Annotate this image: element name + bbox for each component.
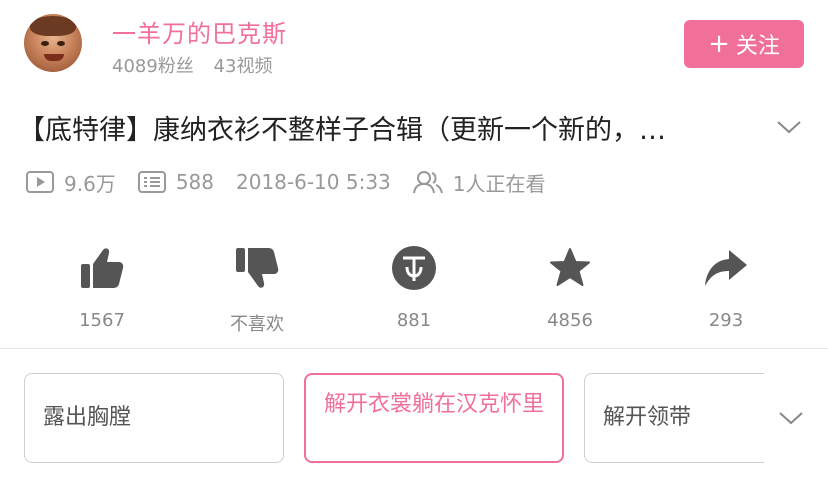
share-button[interactable]: 293 (666, 244, 786, 331)
avatar-mouth (44, 54, 64, 61)
avatar-eye (57, 41, 65, 46)
video-meta-row: 9.6万 588 2018-6-10 5:33 1人正在看 (26, 168, 546, 196)
uploader-avatar[interactable] (24, 14, 82, 72)
danmaku-count-label: 588 (175, 170, 214, 194)
share-icon (705, 250, 747, 286)
follow-button-label: 关注 (735, 34, 780, 59)
danmaku-icon (137, 171, 166, 193)
watching-now: 1人正在看 (412, 168, 546, 197)
uploader-stats: 4089粉丝 43视频 (112, 52, 272, 78)
thumbs-up-icon (81, 248, 124, 288)
plus-icon: + (708, 29, 730, 59)
play-count-icon (26, 171, 54, 193)
danmaku-count: 588 (137, 170, 214, 194)
view-count-label: 9.6万 (64, 171, 116, 196)
avatar-eye (41, 41, 49, 46)
coin-icon (392, 246, 436, 290)
chevron-down-icon[interactable] (776, 405, 806, 431)
coin-button[interactable]: 881 (354, 244, 474, 331)
like-button[interactable]: 1567 (42, 244, 162, 331)
tag-option[interactable]: 解开领带 (584, 373, 764, 463)
follow-button[interactable]: + 关注 (684, 20, 804, 68)
favorite-button[interactable]: 4856 (510, 244, 630, 331)
star-icon (550, 248, 590, 286)
dislike-label: 不喜欢 (230, 314, 284, 335)
avatar-hat (30, 16, 76, 36)
tag-option-selected[interactable]: 解开衣裳躺在汉克怀里 (304, 373, 564, 463)
coin-count: 881 (396, 310, 432, 331)
follower-count: 4089粉丝 (112, 56, 194, 77)
favorite-count: 4856 (547, 310, 593, 331)
chevron-down-icon[interactable] (774, 112, 804, 142)
thumbs-down-icon (236, 248, 279, 288)
like-count: 1567 (79, 310, 125, 331)
video-title: 【底特律】康纳衣衫不整样子合辑（更新一个新的，… (18, 115, 666, 146)
section-divider (0, 348, 828, 349)
tag-option[interactable]: 露出胸膛 (24, 373, 284, 463)
watching-now-label: 1人正在看 (452, 171, 546, 196)
uploader-name[interactable]: 一羊万的巴克斯 (112, 14, 287, 49)
share-count: 293 (708, 310, 744, 331)
viewers-icon (412, 171, 443, 194)
action-bar: 1567 不喜欢 881 4856 293 (0, 244, 828, 340)
video-count: 43视频 (213, 56, 273, 77)
publish-date: 2018-6-10 5:33 (236, 170, 391, 194)
view-count: 9.6万 (26, 168, 116, 197)
dislike-button[interactable]: 不喜欢 (197, 244, 317, 336)
